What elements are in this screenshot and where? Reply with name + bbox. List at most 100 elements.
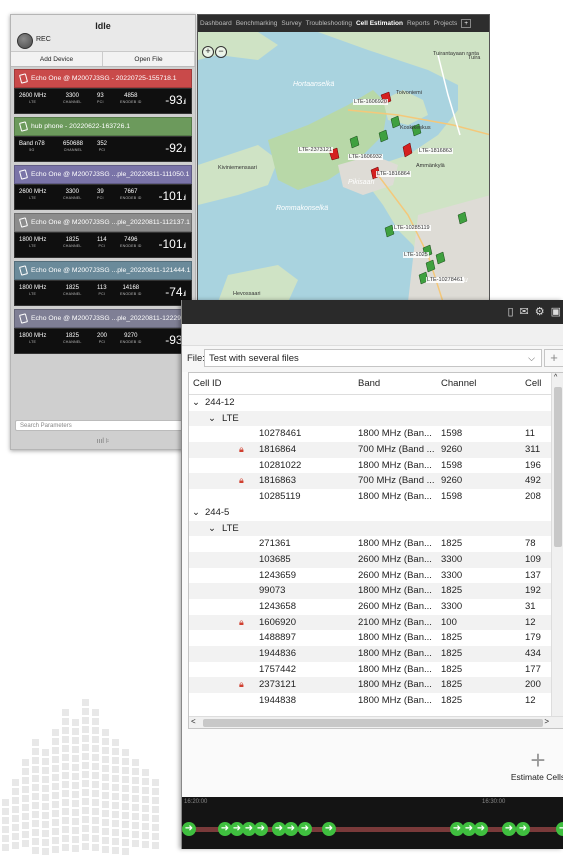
zoom-out-button[interactable]: − <box>215 46 227 58</box>
device-list: Echo One @ M2007J3SG - 20220725-155718.1… <box>11 69 195 354</box>
column-header-band[interactable]: Band <box>358 378 380 389</box>
column-header-cell[interactable]: Cell <box>525 378 541 389</box>
device-card[interactable]: hub phone - 20220622-163726.1 Band n78 5G 6… <box>14 117 192 162</box>
table-row[interactable]: 1944836 1800 MHz (Ban... 1825 434 <box>189 646 563 662</box>
table-row[interactable]: 103685 2600 MHz (Ban... 3300 109 <box>189 551 563 568</box>
table-row[interactable]: 🔒︎ 1816863 700 MHz (Band ... 9260 492 <box>189 473 563 490</box>
signal-bars-icon: .ıl <box>182 195 187 202</box>
table-row[interactable]: 🔒︎ 1606920 2100 MHz (Ban... 100 12 <box>189 614 563 631</box>
table-row[interactable]: 1243658 2600 MHz (Ban... 3300 31 <box>189 599 563 615</box>
device-header[interactable]: Echo One @ M2007J3SG - 20220725-155718.1 <box>14 69 192 88</box>
chevron-down-icon[interactable]: ⌄ <box>208 523 216 534</box>
table-row[interactable]: 1243659 2600 MHz (Ban... 3300 137 <box>189 568 563 584</box>
device-header[interactable]: hub phone - 20220622-163726.1 <box>14 117 192 136</box>
tree-tech-row[interactable]: ⌄ LTE <box>189 410 563 427</box>
table-row[interactable]: 271361 1800 MHz (Ban... 1825 78 <box>189 536 563 552</box>
add-tab-button[interactable]: + <box>461 19 471 28</box>
cell: 192 <box>525 585 541 597</box>
device-card[interactable]: Echo One @ M2007J3SG ...ple_20220811-112… <box>14 213 192 258</box>
decor-square <box>132 831 139 838</box>
device-card[interactable]: Echo One @ M2007J3SG ...ple_20220811-122… <box>14 309 192 354</box>
signal-bars-icon: .ıl <box>182 99 187 106</box>
tab-dashboard[interactable]: Dashboard <box>200 20 232 27</box>
cell-marker-label[interactable]: LTE-1816863 <box>418 148 453 154</box>
vertical-scrollbar[interactable]: ^ <box>551 373 563 728</box>
timeline-event-icon[interactable]: ➜ <box>502 822 516 836</box>
cell-marker-label[interactable]: LTE-1025 <box>403 252 429 258</box>
map-view[interactable]: Dashboard Benchmarking Survey Troubleshooti… <box>197 14 490 301</box>
chevron-down-icon[interactable]: ⌄ <box>192 397 200 408</box>
tab-cell-estimation[interactable]: Cell Estimation <box>356 20 403 27</box>
table-row[interactable]: 99073 1800 MHz (Ban... 1825 192 <box>189 583 563 599</box>
cell-marker-label[interactable]: LTE-1606932 <box>348 154 383 160</box>
timeline-event-icon[interactable]: ➜ <box>322 822 336 836</box>
record-button[interactable] <box>17 33 33 49</box>
chevron-down-icon[interactable]: ⌄ <box>208 413 216 424</box>
tab-projects[interactable]: Projects <box>434 20 457 27</box>
band: 1800 MHz (Ban... <box>358 695 432 707</box>
open-file-button[interactable]: Open File <box>103 52 195 66</box>
tab-troubleshooting[interactable]: Troubleshooting <box>306 20 352 27</box>
mail-icon[interactable]: ✉ <box>520 305 529 318</box>
tree-group-row[interactable]: ⌄ 244-5 <box>189 505 563 521</box>
table-row[interactable]: 🔒︎ 2373121 1800 MHz (Ban... 1825 200 <box>189 677 563 694</box>
add-file-button[interactable]: + <box>544 349 563 367</box>
search-parameters-input[interactable]: Search Parameters <box>15 420 187 431</box>
timeline-event-icon[interactable]: ➜ <box>474 822 488 836</box>
scrollbar-thumb[interactable] <box>203 719 543 727</box>
tab-benchmarking[interactable]: Benchmarking <box>236 20 278 27</box>
cell: 78 <box>525 538 536 550</box>
timeline-event-icon[interactable]: ➜ <box>516 822 530 836</box>
decor-square <box>12 842 19 849</box>
timeline-event-icon[interactable]: ➜ <box>284 822 298 836</box>
scrollbar-thumb[interactable] <box>554 387 562 547</box>
cell-marker-label[interactable]: LTE-10278461 <box>426 277 464 283</box>
column-header-cell-id[interactable]: Cell ID <box>193 378 222 389</box>
timeline-event-icon[interactable]: ➜ <box>254 822 268 836</box>
table-row[interactable]: 10285119 1800 MHz (Ban... 1598 208 <box>189 489 563 505</box>
panel-icon[interactable]: ▣ <box>551 305 561 318</box>
tab-survey[interactable]: Survey <box>281 20 301 27</box>
table-row[interactable]: 1488897 1800 MHz (Ban... 1825 179 <box>189 630 563 646</box>
cell-marker-label[interactable]: LTE-2373121 <box>298 147 333 153</box>
scroll-right-icon[interactable]: > <box>544 717 549 726</box>
band-value: 2600 MHz <box>19 189 47 195</box>
tree-group-row[interactable]: ⌄ 244-12 <box>189 395 563 411</box>
column-header-channel[interactable]: Channel <box>441 378 476 389</box>
scroll-up-icon[interactable]: ^ <box>554 374 557 381</box>
device-header[interactable]: Echo One @ M2007J3SG ...ple_20220811-112… <box>14 213 192 232</box>
add-device-button[interactable]: Add Device <box>11 52 103 66</box>
enodeb-value: 4858 <box>124 93 138 99</box>
phone-icon[interactable]: ▯ <box>507 305 513 318</box>
timeline-event-icon[interactable]: ➜ <box>182 822 196 836</box>
gear-icon[interactable]: ⚙ <box>535 305 545 318</box>
device-header[interactable]: Echo One @ M2007J3SG ...ple_20220811-111… <box>14 165 192 184</box>
timeline-event-icon[interactable]: ➜ <box>298 822 312 836</box>
estimate-cells-button[interactable]: + Estimate Cells <box>508 747 563 782</box>
device-header[interactable]: Echo One @ M2007J3SG ...ple_20220811-121… <box>14 261 192 280</box>
device-card[interactable]: Echo One @ M2007J3SG ...ple_20220811-121… <box>14 261 192 306</box>
tab-reports[interactable]: Reports <box>407 20 430 27</box>
scroll-left-icon[interactable]: < <box>191 717 196 726</box>
device-header[interactable]: Echo One @ M2007J3SG ...ple_20220811-122… <box>14 309 192 328</box>
zoom-in-button[interactable]: + <box>202 46 214 58</box>
cell-marker-label[interactable]: LTE-1606920 <box>353 99 388 105</box>
chevron-down-icon[interactable]: ⌄ <box>192 507 200 518</box>
table-row[interactable]: 10281022 1800 MHz (Ban... 1598 196 <box>189 458 563 474</box>
device-card[interactable]: Echo One @ M2007J3SG - 20220725-155718.1… <box>14 69 192 114</box>
table-row[interactable]: 1944838 1800 MHz (Ban... 1825 12 <box>189 693 563 709</box>
table-row[interactable]: 1757442 1800 MHz (Ban... 1825 177 <box>189 662 563 678</box>
horizontal-scrollbar[interactable]: < > <box>189 716 563 728</box>
cell-tree-table[interactable]: Cell ID Band Channel Cell ⌄ 244-12 ⌄ LTE 102… <box>188 372 563 729</box>
timeline-event-icon[interactable]: ➜ <box>556 822 563 836</box>
tree-tech-row[interactable]: ⌄ LTE <box>189 520 563 537</box>
cell-marker-label[interactable]: LTE-10285119 <box>393 225 431 231</box>
file-select[interactable]: Test with several files ⌵ <box>204 349 542 367</box>
timeline[interactable]: 16:20:00 16:30:00 ➜➜➜➜➜➜➜➜➜➜➜➜➜➜➜ <box>182 797 563 849</box>
decor-square <box>132 768 139 775</box>
cell-marker-label[interactable]: LTE-1816864 <box>376 171 411 177</box>
decor-square <box>142 796 149 803</box>
table-row[interactable]: 🔒︎ 1816864 700 MHz (Band ... 9260 311 <box>189 442 563 458</box>
device-card[interactable]: Echo One @ M2007J3SG ...ple_20220811-111… <box>14 165 192 210</box>
table-row[interactable]: 10278461 1800 MHz (Ban... 1598 11 <box>189 426 563 442</box>
